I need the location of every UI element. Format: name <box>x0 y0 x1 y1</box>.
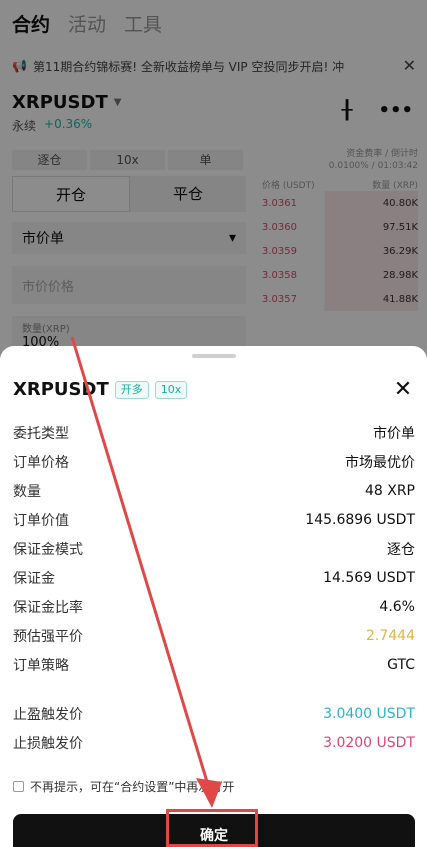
detail-value: 14.569 USDT <box>323 569 415 586</box>
sheet-symbol: XRPUSDT <box>13 379 109 400</box>
detail-row: 预估强平价 2.7444 <box>13 621 415 650</box>
liquidation-price: 2.7444 <box>366 627 415 644</box>
checkbox[interactable] <box>13 781 24 792</box>
stop-loss-label: 止损触发价 <box>13 735 83 752</box>
take-profit-label: 止盈触发价 <box>13 706 83 723</box>
detail-value: 市场最优价 <box>345 454 415 471</box>
leverage-tag: 10x <box>154 380 188 399</box>
detail-key: 订单价格 <box>13 454 69 471</box>
dont-show-label: 不再提示，可在“合约设置”中再次打开 <box>30 780 235 794</box>
take-profit-value: 3.0400 USDT <box>323 705 415 722</box>
detail-key: 保证金模式 <box>13 541 83 558</box>
drag-handle[interactable] <box>192 354 236 358</box>
detail-key: 预估强平价 <box>13 628 83 645</box>
take-profit-row: 止盈触发价 3.0400 USDT <box>13 699 415 728</box>
side-tag: 开多 <box>114 380 149 399</box>
order-confirm-sheet: XRPUSDT 开多 10x ✕ 委托类型 市价单 订单价格 市场最优价 数量 48 … <box>0 346 427 847</box>
detail-value: GTC <box>387 656 415 673</box>
order-details: 委托类型 市价单 订单价格 市场最优价 数量 48 XRP 订单价值 145.6896 … <box>13 418 415 679</box>
detail-value: 48 XRP <box>364 482 415 499</box>
trigger-prices: 止盈触发价 3.0400 USDT 止损触发价 3.0200 USDT <box>13 699 415 757</box>
detail-key: 委托类型 <box>13 425 69 442</box>
detail-row: 订单价值 145.6896 USDT <box>13 505 415 534</box>
close-icon[interactable]: ✕ <box>393 379 413 401</box>
detail-value: 逐仓 <box>387 541 415 558</box>
stop-loss-value: 3.0200 USDT <box>323 734 415 751</box>
detail-row: 保证金模式 逐仓 <box>13 534 415 563</box>
dont-show-again-option[interactable]: 不再提示，可在“合约设置”中再次打开 <box>13 778 234 795</box>
detail-value: 市价单 <box>373 425 415 442</box>
detail-value: 145.6896 USDT <box>305 511 415 528</box>
detail-key: 订单价值 <box>13 512 69 529</box>
detail-row: 委托类型 市价单 <box>13 418 415 447</box>
stop-loss-row: 止损触发价 3.0200 USDT <box>13 728 415 757</box>
detail-row: 订单价格 市场最优价 <box>13 447 415 476</box>
sheet-header: XRPUSDT 开多 10x <box>13 379 188 400</box>
detail-row: 保证金 14.569 USDT <box>13 563 415 592</box>
detail-row: 数量 48 XRP <box>13 476 415 505</box>
detail-key: 数量 <box>13 483 41 500</box>
detail-key: 订单策略 <box>13 657 69 674</box>
detail-key: 保证金比率 <box>13 599 83 616</box>
detail-row: 保证金比率 4.6% <box>13 592 415 621</box>
detail-row: 订单策略 GTC <box>13 650 415 679</box>
detail-key: 保证金 <box>13 570 55 587</box>
highlight-box <box>166 809 258 847</box>
detail-value: 4.6% <box>379 598 415 615</box>
